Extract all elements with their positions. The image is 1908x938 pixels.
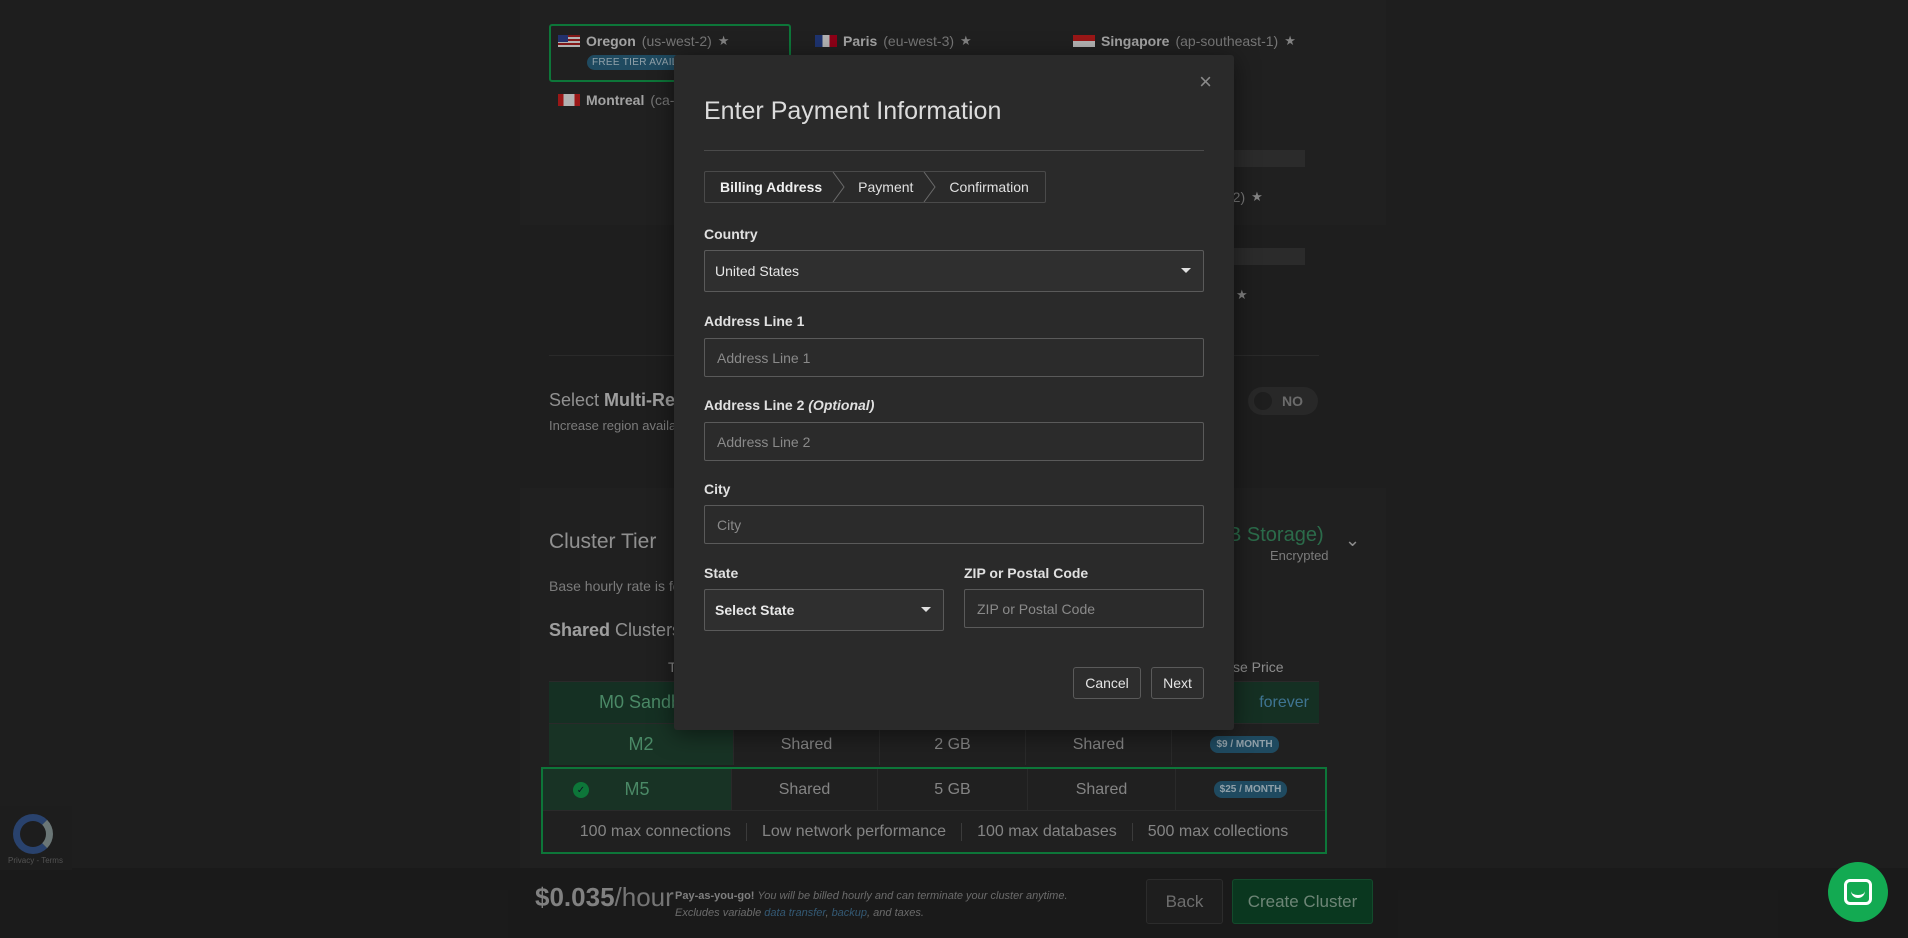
zip-label: ZIP or Postal Code — [964, 565, 1089, 581]
state-select[interactable]: Select State — [704, 589, 944, 631]
optional-tag: (Optional) — [808, 397, 875, 413]
country-value: United States — [715, 263, 800, 279]
address-line2-label: Address Line 2 (Optional) — [704, 397, 875, 413]
country-select[interactable]: United States — [704, 250, 1204, 292]
step-billing-address[interactable]: Billing Address — [705, 172, 845, 202]
address-line2-input[interactable] — [704, 422, 1204, 461]
close-icon[interactable]: × — [1199, 69, 1212, 95]
next-button[interactable]: Next — [1151, 667, 1204, 699]
country-label: Country — [704, 226, 758, 242]
caret-down-icon — [921, 607, 931, 612]
address-line1-label: Address Line 1 — [704, 313, 805, 329]
state-label: State — [704, 565, 739, 581]
payment-modal: × Enter Payment Information Billing Addr… — [674, 55, 1234, 730]
state-value: Select State — [715, 602, 795, 618]
divider — [704, 150, 1204, 151]
chat-icon — [1844, 879, 1872, 905]
step-payment[interactable]: Payment — [838, 172, 937, 202]
city-input[interactable] — [704, 505, 1204, 544]
modal-title: Enter Payment Information — [704, 97, 1002, 125]
city-label: City — [704, 481, 731, 497]
address-line1-input[interactable] — [704, 338, 1204, 377]
caret-down-icon — [1181, 268, 1191, 273]
chat-button[interactable] — [1828, 862, 1888, 922]
zip-input[interactable] — [964, 589, 1204, 628]
step-confirmation[interactable]: Confirmation — [929, 172, 1044, 202]
cancel-button[interactable]: Cancel — [1073, 667, 1141, 699]
wizard-steps: Billing Address Payment Confirmation — [704, 171, 1046, 203]
